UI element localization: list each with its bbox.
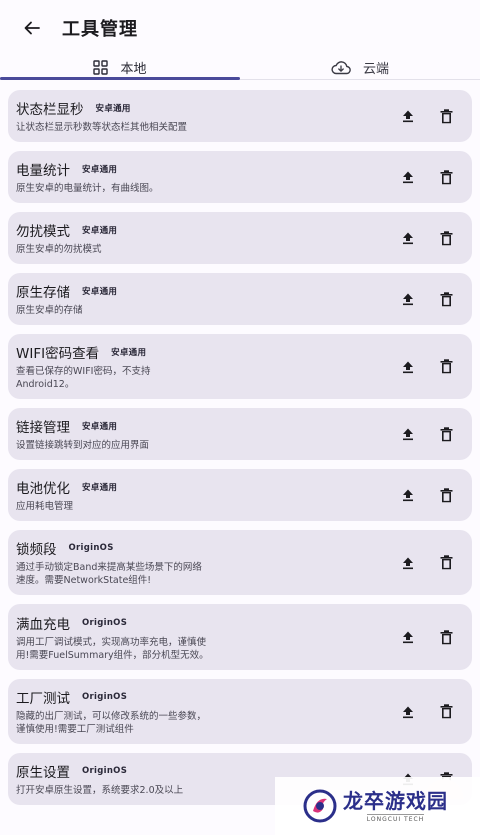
delete-button[interactable]: [438, 291, 454, 307]
delete-button[interactable]: [438, 230, 454, 246]
tab-local[interactable]: 本地: [0, 56, 240, 78]
tab-cloud[interactable]: 云端: [240, 56, 480, 78]
trash-icon: [440, 169, 452, 184]
tool-card[interactable]: 工厂测试 OriginOS 隐藏的出厂测试，可以修改系统的一些参数，谨慎使用!需…: [8, 679, 472, 744]
upload-icon: [403, 171, 413, 184]
trash-icon: [440, 487, 452, 502]
tool-desc: 调用工厂调试模式，实现高功率充电，谨慎使用!需要FuelSummary组件，部分…: [16, 636, 209, 661]
tool-desc: 原生安卓的勿扰模式: [16, 244, 102, 255]
upload-button[interactable]: [400, 426, 416, 442]
tab-indicator: [0, 77, 240, 80]
tool-tag: OriginOS: [82, 766, 128, 776]
trash-icon: [440, 108, 452, 123]
delete-button[interactable]: [438, 629, 454, 645]
tool-card[interactable]: 电量统计 安卓通用 原生安卓的电量统计，有曲线图。: [8, 151, 472, 203]
tool-tag: 安卓通用: [82, 422, 118, 432]
trash-icon: [440, 291, 452, 306]
upload-button[interactable]: [400, 169, 416, 185]
tool-tag: 安卓通用: [82, 226, 118, 236]
tool-title: 满血充电: [16, 616, 70, 633]
page-title: 工具管理: [62, 19, 138, 40]
tab-local-label: 本地: [120, 61, 147, 77]
tool-card[interactable]: WIFI密码查看 安卓通用 查看已保存的WIFI密码，不支持Android12。: [8, 334, 472, 399]
upload-button[interactable]: [400, 230, 416, 246]
tool-desc: 设置链接跳转到对应的应用界面: [16, 440, 150, 451]
tab-bar: 本地 云端: [0, 56, 480, 80]
tool-card[interactable]: 状态栏显秒 安卓通用 让状态栏显示秒数等状态栏其他相关配置: [8, 90, 472, 142]
delete-button[interactable]: [438, 169, 454, 185]
tool-title: 锁频段: [16, 542, 57, 558]
app-bar: 工具管理: [0, 0, 480, 56]
tool-tag: 安卓通用: [95, 104, 131, 114]
tool-title: 原生存储: [16, 285, 70, 301]
tool-tag: 安卓通用: [82, 287, 118, 297]
tool-card[interactable]: 满血充电 OriginOS 调用工厂调试模式，实现高功率充电，谨慎使用!需要Fu…: [8, 604, 472, 670]
delete-button[interactable]: [438, 108, 454, 124]
tool-title: 电量统计: [16, 163, 70, 179]
upload-icon: [403, 706, 413, 718]
upload-icon: [403, 361, 413, 373]
tool-desc: 原生安卓的存储: [16, 305, 83, 316]
tool-title: 工厂测试: [16, 691, 70, 707]
tool-title: 链接管理: [16, 420, 70, 436]
upload-button[interactable]: [400, 704, 416, 720]
upload-icon: [403, 110, 413, 123]
tool-title: 电池优化: [16, 481, 70, 497]
tool-title: WIFI密码查看: [16, 346, 100, 362]
trash-icon: [440, 359, 452, 374]
upload-button[interactable]: [400, 555, 416, 571]
trash-icon: [440, 704, 452, 719]
grid-icon: [93, 59, 109, 75]
trash-icon: [440, 230, 452, 245]
tool-desc: 原生安卓的电量统计，有曲线图。: [16, 183, 159, 194]
tool-desc: 隐藏的出厂测试，可以修改系统的一些参数，谨慎使用!需要工厂测试组件: [16, 711, 207, 735]
tool-tag: OriginOS: [82, 617, 128, 628]
tool-list: 状态栏显秒 安卓通用 让状态栏显示秒数等状态栏其他相关配置 电量统计 安卓通用 …: [0, 80, 480, 805]
tool-desc: 让状态栏显示秒数等状态栏其他相关配置: [16, 122, 188, 133]
arrow-left-icon: [24, 21, 40, 35]
delete-button[interactable]: [438, 555, 454, 571]
cloud-download-icon: [331, 60, 351, 74]
tool-title: 状态栏显秒: [16, 102, 84, 118]
tool-tag: 安卓通用: [82, 483, 118, 493]
upload-button[interactable]: [400, 359, 416, 375]
trash-icon: [440, 555, 452, 570]
upload-icon: [403, 293, 413, 306]
tool-title: 原生设置: [16, 765, 70, 781]
tool-desc: 通过手动锁定Band来提高某些场景下的网络速度。需要NetworkState组件…: [16, 562, 202, 586]
tool-title: 勿扰模式: [16, 224, 70, 240]
tool-tag: 安卓通用: [111, 348, 147, 358]
tool-card[interactable]: 电池优化 安卓通用 应用耗电管理: [8, 469, 472, 521]
delete-button[interactable]: [438, 426, 454, 442]
upload-icon: [403, 428, 413, 441]
tool-card[interactable]: 原生存储 安卓通用 原生安卓的存储: [8, 273, 472, 325]
delete-button[interactable]: [438, 704, 454, 720]
delete-button[interactable]: [438, 359, 454, 375]
tool-card[interactable]: 锁频段 OriginOS 通过手动锁定Band来提高某些场景下的网络速度。需要N…: [8, 530, 472, 595]
watermark-title: 龙卒游戏园: [343, 788, 448, 813]
watermark-subtitle: LONGCUI TECH: [366, 813, 425, 823]
tool-tag: OriginOS: [68, 543, 114, 553]
tool-card[interactable]: 勿扰模式 安卓通用 原生安卓的勿扰模式: [8, 212, 472, 264]
trash-icon: [440, 629, 452, 644]
upload-icon: [403, 631, 413, 644]
upload-button[interactable]: [400, 487, 416, 503]
tool-tag: OriginOS: [82, 692, 128, 702]
delete-button[interactable]: [438, 487, 454, 503]
tab-cloud-label: 云端: [362, 61, 389, 77]
tool-card[interactable]: 链接管理 安卓通用 设置链接跳转到对应的应用界面: [8, 408, 472, 460]
tool-desc: 应用耗电管理: [16, 501, 74, 512]
upload-button[interactable]: [400, 291, 416, 307]
upload-button[interactable]: [400, 108, 416, 124]
upload-icon: [403, 557, 413, 569]
upload-icon: [403, 232, 413, 245]
upload-button[interactable]: [400, 629, 416, 645]
trash-icon: [440, 426, 452, 441]
upload-icon: [403, 489, 413, 502]
tool-desc: 查看已保存的WIFI密码，不支持Android12。: [16, 366, 151, 390]
back-button[interactable]: [20, 16, 44, 40]
tool-tag: 安卓通用: [82, 165, 118, 175]
watermark-logo-icon: [303, 789, 337, 823]
watermark: 龙卒游戏园 LONGCUI TECH: [275, 777, 480, 835]
